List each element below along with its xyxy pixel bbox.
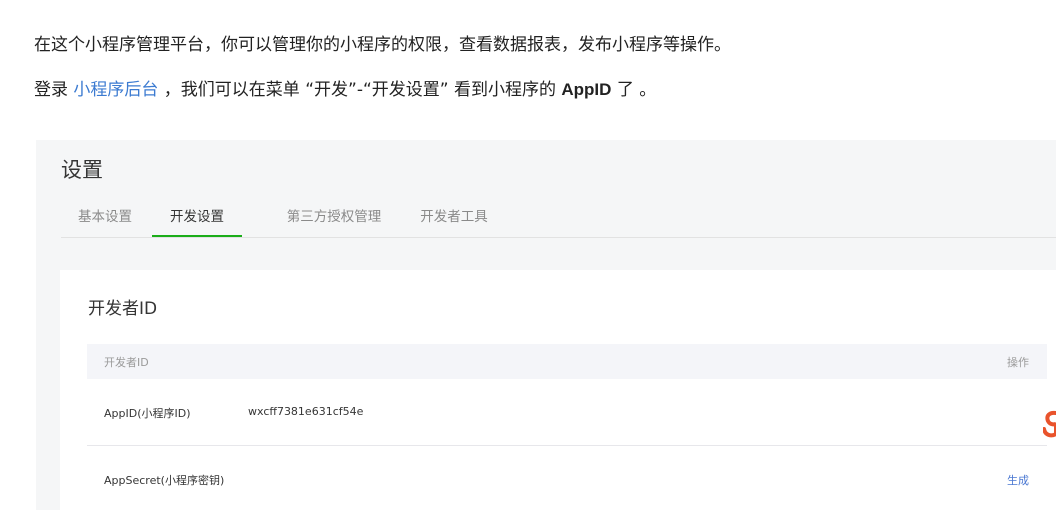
table-header: 开发者ID 操作 <box>87 344 1047 379</box>
generate-secret-button[interactable]: 生成 <box>1007 472 1029 488</box>
intro-line2-suffix: 了 。 <box>611 80 657 100</box>
settings-title: 设置 <box>61 158 103 182</box>
settings-screenshot: 设置 基本设置 开发设置 第三方授权管理 开发者工具 开发者ID 开发者ID 操… <box>36 140 1056 520</box>
header-actions: 操作 <box>1007 356 1029 369</box>
tab-basic-settings[interactable]: 基本设置 <box>74 202 136 237</box>
settings-tabs: 基本设置 开发设置 第三方授权管理 开发者工具 <box>61 202 1056 238</box>
intro-paragraph-1: 在这个小程序管理平台，你可以管理你的小程序的权限，查看数据报表，发布小程序等操作… <box>34 35 731 55</box>
row-name: AppSecret(小程序密钥) <box>104 474 225 487</box>
developer-id-card: 开发者ID 开发者ID 操作 AppID(小程序ID) wxcff7381e63… <box>60 270 1056 520</box>
row-name: AppID(小程序ID) <box>104 407 191 420</box>
appid-value: wxcff7381e631cf54e <box>248 405 364 418</box>
tab-dev-settings[interactable]: 开发设置 <box>152 202 242 237</box>
card-title: 开发者ID <box>88 299 158 319</box>
logo-fragment-icon <box>1043 410 1056 438</box>
table-row: AppSecret(小程序密钥) 生成 <box>87 446 1047 512</box>
intro-line2-middle: ，我们可以在菜单 “开发”-“开发设置” 看到小程序的 <box>158 80 562 100</box>
table-row: AppID(小程序ID) wxcff7381e631cf54e <box>87 379 1047 446</box>
mini-program-admin-link[interactable]: 小程序后台 <box>73 80 158 100</box>
appid-keyword: AppID <box>561 80 612 99</box>
intro-line2-prefix: 登录 <box>34 80 74 100</box>
tab-developer-tools[interactable]: 开发者工具 <box>418 202 490 237</box>
intro-paragraph-2: 登录 小程序后台 ，我们可以在菜单 “开发”-“开发设置” 看到小程序的 App… <box>34 79 656 101</box>
tab-third-party-auth[interactable]: 第三方授权管理 <box>285 202 383 237</box>
header-developer-id: 开发者ID <box>104 356 149 369</box>
